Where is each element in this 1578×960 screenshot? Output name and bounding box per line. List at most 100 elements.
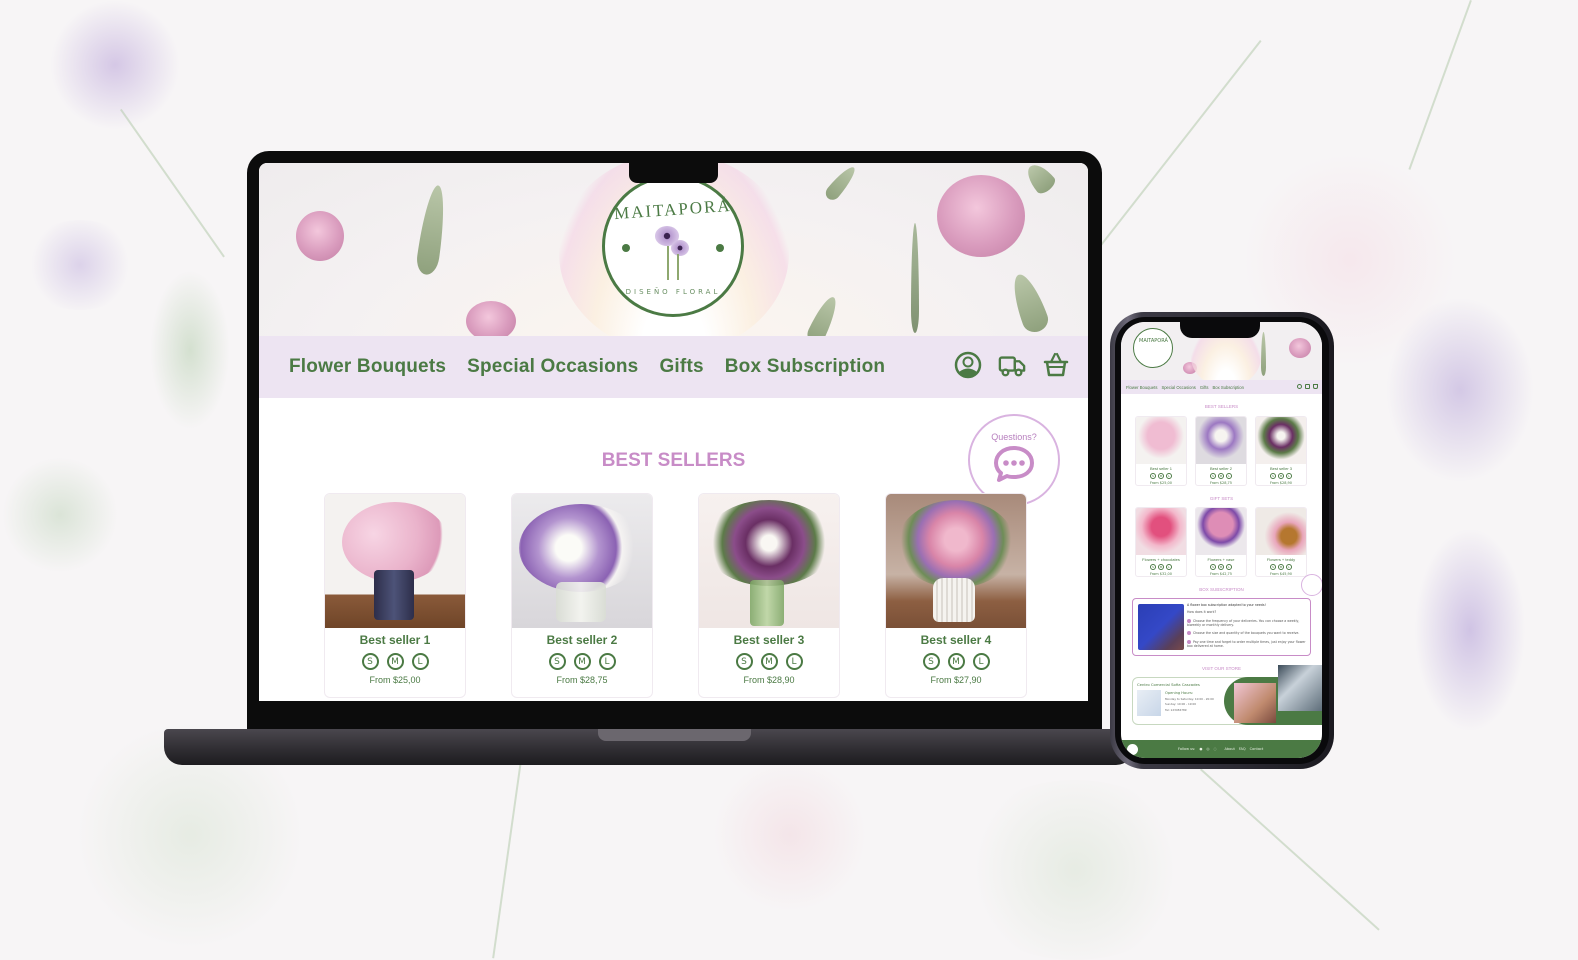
size-option-l[interactable]: L: [972, 653, 990, 670]
size-option-s[interactable]: S: [548, 653, 566, 670]
mobile-footer: Follow us: ● ◎ ◌ About FAQ Contact: [1121, 740, 1322, 758]
phone-notch: [1180, 322, 1260, 338]
size-option-s[interactable]: S: [361, 653, 379, 670]
store-map[interactable]: [1137, 690, 1161, 716]
mobile-user-account-icon[interactable]: [1297, 384, 1302, 389]
mobile-box-subscription-heading: BOX SUBSCRIPTION: [1199, 587, 1244, 592]
product-image: [1256, 508, 1306, 555]
product-card[interactable]: Best seller 2 S M L From $28,75: [511, 493, 653, 698]
size-option-m[interactable]: M: [1278, 564, 1284, 570]
size-option-s[interactable]: S: [1210, 473, 1216, 479]
mobile-product-card[interactable]: Best seller 3 SML From $28,90: [1255, 416, 1307, 486]
size-option-s[interactable]: S: [1150, 564, 1156, 570]
product-image: [886, 494, 1026, 628]
mobile-product-card[interactable]: Best seller 1 SML From $25,00: [1135, 416, 1187, 486]
product-image: [1256, 417, 1306, 464]
mobile-product-card[interactable]: Flowers + chocolates SML From $32,00: [1135, 507, 1187, 577]
size-option-l[interactable]: L: [598, 653, 616, 670]
store-photo-panel: [1224, 665, 1322, 725]
subscription-how: How does it work?: [1187, 610, 1217, 614]
mobile-product-card[interactable]: Flowers + vase SML From $42,75: [1195, 507, 1247, 577]
mobile-nav-special-occasions[interactable]: Special Occasions: [1161, 385, 1195, 390]
mobile-best-sellers-heading: BEST SELLERS: [1204, 404, 1239, 409]
size-option-s[interactable]: S: [1270, 473, 1276, 479]
subscription-step-2: Choose the size and quantity of the bouq…: [1187, 631, 1307, 635]
size-option-l[interactable]: L: [1166, 564, 1172, 570]
mobile-product-card[interactable]: Flowers + teddy SML From $45,90: [1255, 507, 1307, 577]
user-account-icon[interactable]: [954, 351, 982, 379]
size-option-m[interactable]: M: [760, 653, 778, 670]
mobile-delivery-truck-icon[interactable]: [1305, 384, 1310, 389]
logo-title: MAITAPORÁ: [613, 195, 733, 224]
brand-logo[interactable]: MAITAPORÁ DISEÑO FLORAL: [602, 175, 744, 317]
mobile-basket-icon[interactable]: [1313, 384, 1318, 389]
product-name: Best seller 1: [1149, 466, 1172, 471]
anemone-flower-icon: [653, 226, 693, 281]
nav-gifts[interactable]: Gifts: [659, 356, 703, 378]
mobile-nav-box-subscription[interactable]: Box Subscription: [1213, 385, 1244, 390]
questions-label: Questions?: [991, 432, 1037, 442]
mobile-questions-chat-button[interactable]: [1301, 574, 1322, 596]
subscription-headline: A flower box subscription adapted to you…: [1187, 603, 1266, 607]
nav-flower-bouquets[interactable]: Flower Bouquets: [289, 356, 446, 378]
footer-link-faq[interactable]: FAQ: [1239, 747, 1246, 751]
size-option-s[interactable]: S: [1210, 564, 1216, 570]
size-option-l[interactable]: L: [411, 653, 429, 670]
nav-box-subscription[interactable]: Box Subscription: [725, 356, 886, 378]
product-price: From $25,00: [1149, 481, 1173, 485]
product-card[interactable]: Best seller 4 S M L From $27,90: [885, 493, 1027, 698]
size-option-l[interactable]: L: [1226, 473, 1232, 479]
facebook-icon[interactable]: ●: [1199, 747, 1202, 751]
mobile-gift-sets-heading: GIFT SETS: [1209, 496, 1234, 501]
store-hours-weekday: Monday to Saturday: 10:00 - 20:00: [1165, 697, 1214, 701]
product-price: From $25,00: [369, 675, 421, 685]
product-card[interactable]: Best seller 1 S M L From $25,00: [324, 493, 466, 698]
footer-logo[interactable]: [1127, 743, 1138, 755]
size-option-m[interactable]: M: [1218, 473, 1224, 479]
size-option-l[interactable]: L: [1166, 473, 1172, 479]
size-option-l[interactable]: L: [1286, 564, 1292, 570]
mobile-brand-logo[interactable]: MAITAPORÁ: [1133, 328, 1173, 368]
best-sellers-grid: Best seller 1 S M L From $25,00 Best sel…: [324, 493, 1027, 698]
size-option-m[interactable]: M: [947, 653, 965, 670]
size-option-s[interactable]: S: [1150, 473, 1156, 479]
size-option-m[interactable]: M: [1158, 473, 1164, 479]
size-option-m[interactable]: M: [573, 653, 591, 670]
size-option-s[interactable]: S: [922, 653, 940, 670]
delivery-truck-icon[interactable]: [998, 351, 1026, 379]
size-option-s[interactable]: S: [735, 653, 753, 670]
whatsapp-icon[interactable]: ◌: [1213, 747, 1216, 751]
footer-follow-label: Follow us:: [1178, 747, 1196, 751]
size-option-l[interactable]: L: [1286, 473, 1292, 479]
laptop-camera-notch: [629, 163, 718, 183]
product-card[interactable]: Best seller 3 S M L From $28,90: [698, 493, 840, 698]
instagram-icon[interactable]: ◎: [1206, 747, 1209, 751]
size-option-l[interactable]: L: [1226, 564, 1232, 570]
product-name: Best seller 1: [359, 633, 431, 647]
mobile-gift-sets-grid: Flowers + chocolates SML From $32,00 Flo…: [1135, 507, 1307, 577]
mobile-nav-gifts[interactable]: Gifts: [1200, 385, 1209, 390]
mobile-nav-flower-bouquets[interactable]: Flower Bouquets: [1126, 385, 1157, 390]
size-option-m[interactable]: M: [1218, 564, 1224, 570]
mobile-best-sellers-grid: Best seller 1 SML From $25,00 Best selle…: [1135, 416, 1307, 486]
size-option-s[interactable]: S: [1270, 564, 1276, 570]
product-name: Best seller 2: [546, 633, 618, 647]
product-image: [1136, 508, 1186, 555]
basket-icon[interactable]: [1042, 351, 1070, 379]
store-hours-label: Opening Hours:: [1165, 691, 1194, 695]
nav-special-occasions[interactable]: Special Occasions: [467, 356, 638, 378]
size-option-m[interactable]: M: [1278, 473, 1284, 479]
size-option-m[interactable]: M: [386, 653, 404, 670]
store-name: Centro Comercial Sofia Cascades: [1137, 682, 1200, 687]
product-name: Best seller 2: [1209, 466, 1232, 471]
size-option-m[interactable]: M: [1158, 564, 1164, 570]
mobile-logo-title: MAITAPORÁ: [1139, 338, 1168, 344]
size-option-l[interactable]: L: [785, 653, 803, 670]
footer-link-about[interactable]: About: [1225, 747, 1235, 751]
footer-link-contact[interactable]: Contact: [1250, 747, 1264, 751]
product-price: From $42,75: [1209, 572, 1233, 576]
mobile-product-card[interactable]: Best seller 2 SML From $28,75: [1195, 416, 1247, 486]
store-phone: Tel: 123456789: [1165, 708, 1187, 712]
product-image: [1136, 417, 1186, 464]
main-navigation: Flower Bouquets Special Occasions Gifts …: [259, 336, 1088, 398]
